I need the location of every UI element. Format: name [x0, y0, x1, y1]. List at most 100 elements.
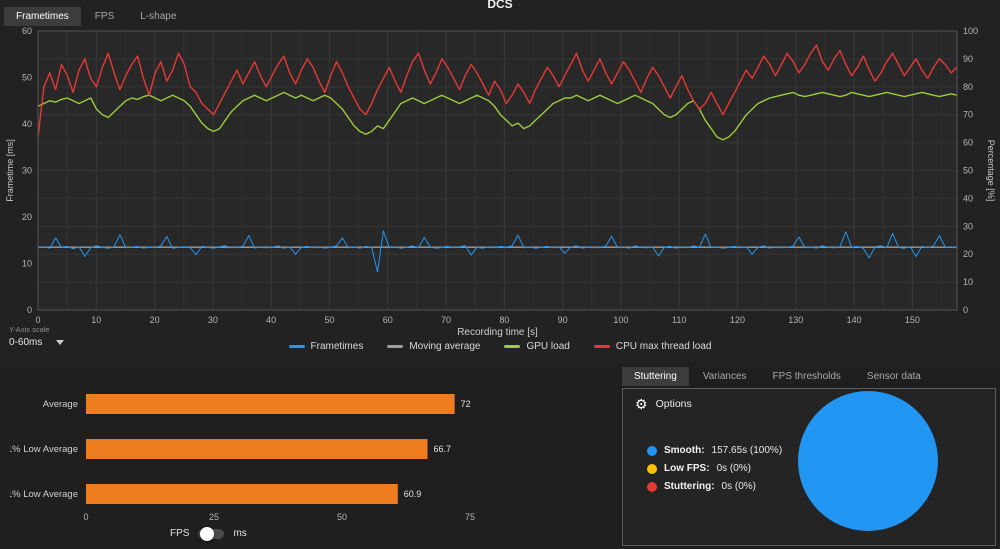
svg-text:100: 100: [613, 315, 628, 325]
legend-item-moving-average[interactable]: Moving average: [387, 341, 480, 352]
frametime-analysis-panel: DCS Frametimes FPS L-shape 0 10 20 30 40 50 60…: [0, 0, 1000, 364]
tab-sensor-data[interactable]: Sensor data: [855, 367, 933, 386]
svg-text:60: 60: [963, 138, 973, 148]
chevron-down-icon: [56, 340, 65, 345]
legend-label: Smooth:: [664, 445, 705, 456]
frametime-chart: 0 10 20 30 40 50 60 70 80 90 100 0 10 20 30 40 50 60 0 10 20…: [5, 26, 995, 338]
svg-text:0: 0: [27, 305, 32, 315]
legend-swatch: [593, 345, 610, 348]
svg-text:50: 50: [963, 166, 973, 176]
svg-text:50: 50: [324, 315, 334, 325]
tab-fps-thresholds[interactable]: FPS thresholds: [761, 367, 853, 386]
legend-value: 0s (0%): [721, 481, 756, 492]
svg-text:20: 20: [963, 249, 973, 259]
svg-text:Average: Average: [43, 399, 78, 410]
tab-l-shape[interactable]: L-shape: [128, 7, 188, 26]
fps-summary-panel: Average 72 1% Low Average 66.7 0.1% Low Aver…: [0, 366, 614, 549]
legend-item-low-fps: Low FPS: 0s (0%): [647, 463, 782, 474]
svg-text:60.9: 60.9: [404, 489, 422, 499]
svg-text:80: 80: [499, 315, 509, 325]
svg-text:80: 80: [963, 82, 973, 92]
svg-text:0: 0: [83, 512, 88, 522]
svg-text:40: 40: [266, 315, 276, 325]
unit-toggle-row: FPS ms: [170, 526, 247, 541]
svg-text:110: 110: [672, 315, 686, 325]
svg-text:25: 25: [209, 512, 219, 522]
svg-text:72: 72: [461, 399, 471, 409]
stuttering-dot-icon: [647, 481, 657, 492]
stutter-pie-chart: [798, 391, 938, 531]
fps-unit-label: FPS: [170, 528, 190, 539]
svg-text:90: 90: [558, 315, 568, 325]
stuttering-content-box: ⚙ Options Smooth: 157.65s (100%) Low FPS…: [622, 388, 996, 546]
svg-text:40: 40: [963, 193, 973, 203]
legend-label: GPU load: [526, 341, 570, 352]
chart-legend: Frametimes Moving average GPU load CPU m…: [0, 341, 1000, 352]
legend-item-smooth: Smooth: 157.65s (100%): [647, 445, 782, 456]
low-fps-dot-icon: [647, 463, 657, 474]
svg-text:50: 50: [22, 73, 32, 83]
svg-text:0: 0: [35, 315, 40, 325]
gear-icon[interactable]: ⚙: [635, 397, 648, 411]
analysis-tabs: Stuttering Variances FPS thresholds Sens…: [622, 367, 933, 386]
legend-swatch: [387, 345, 404, 348]
tab-stuttering[interactable]: Stuttering: [622, 367, 689, 386]
svg-text:20: 20: [150, 315, 160, 325]
legend-label: Low FPS:: [664, 463, 710, 474]
legend-item-cpu-load[interactable]: CPU max thread load: [593, 341, 712, 352]
svg-text:90: 90: [963, 54, 973, 64]
svg-text:Frametime [ms]: Frametime [ms]: [5, 139, 15, 202]
svg-text:60: 60: [22, 26, 32, 36]
svg-text:Percentage [%]: Percentage [%]: [986, 140, 995, 202]
svg-text:1% Low Average: 1% Low Average: [10, 444, 78, 455]
legend-item-stuttering: Stuttering: 0s (0%): [647, 481, 782, 492]
svg-text:120: 120: [730, 315, 745, 325]
svg-text:30: 30: [963, 221, 973, 231]
svg-text:150: 150: [905, 315, 920, 325]
legend-value: 157.65s (100%): [711, 445, 783, 456]
legend-item-gpu-load[interactable]: GPU load: [504, 341, 570, 352]
unit-toggle-switch[interactable]: [198, 526, 225, 541]
y-axis-scale-label: Y-Axis scale: [9, 325, 50, 334]
fps-summary-bar-chart: Average 72 1% Low Average 66.7 0.1% Low Aver…: [10, 394, 475, 522]
svg-text:70: 70: [963, 110, 973, 120]
svg-text:140: 140: [847, 315, 862, 325]
legend-value: 0s (0%): [716, 463, 752, 474]
svg-text:20: 20: [22, 212, 32, 222]
svg-text:30: 30: [22, 166, 32, 176]
svg-text:0: 0: [963, 305, 968, 315]
svg-text:70: 70: [441, 315, 451, 325]
tab-variances[interactable]: Variances: [691, 367, 759, 386]
legend-label: Frametimes: [310, 341, 364, 352]
svg-text:40: 40: [22, 119, 32, 129]
svg-text:75: 75: [465, 512, 475, 522]
svg-text:10: 10: [22, 259, 32, 269]
svg-text:50: 50: [337, 512, 347, 522]
chart-tabs: Frametimes FPS L-shape: [4, 7, 188, 26]
svg-text:66.7: 66.7: [434, 444, 452, 454]
options-label: Options: [655, 398, 692, 410]
tab-frametimes[interactable]: Frametimes: [4, 7, 81, 26]
smooth-dot-icon: [647, 445, 657, 456]
y-axis-scale-control: Y-Axis scale 0-60ms: [9, 325, 65, 348]
svg-text:30: 30: [208, 315, 218, 325]
svg-text:Recording time [s]: Recording time [s]: [457, 327, 538, 338]
legend-label: Moving average: [409, 341, 481, 352]
legend-label: Stuttering:: [664, 481, 715, 492]
toggle-knob-icon: [200, 526, 215, 541]
ms-unit-label: ms: [233, 528, 247, 539]
svg-text:10: 10: [963, 277, 973, 287]
legend-swatch: [288, 345, 305, 348]
stutter-legend: Smooth: 157.65s (100%) Low FPS: 0s (0%) …: [647, 445, 782, 492]
svg-text:10: 10: [91, 315, 101, 325]
svg-text:100: 100: [963, 26, 978, 36]
svg-text:130: 130: [788, 315, 803, 325]
capframex-window: DCS Frametimes FPS L-shape 0 10 20 30 40 50 60…: [0, 0, 1000, 549]
legend-swatch: [504, 345, 521, 348]
legend-label: CPU max thread load: [615, 341, 712, 352]
legend-item-frametimes[interactable]: Frametimes: [288, 341, 364, 352]
y-axis-scale-select[interactable]: 0-60ms: [9, 337, 65, 348]
svg-text:60: 60: [383, 315, 393, 325]
tab-fps[interactable]: FPS: [83, 7, 126, 26]
svg-text:0.1% Low Average: 0.1% Low Average: [10, 489, 78, 500]
